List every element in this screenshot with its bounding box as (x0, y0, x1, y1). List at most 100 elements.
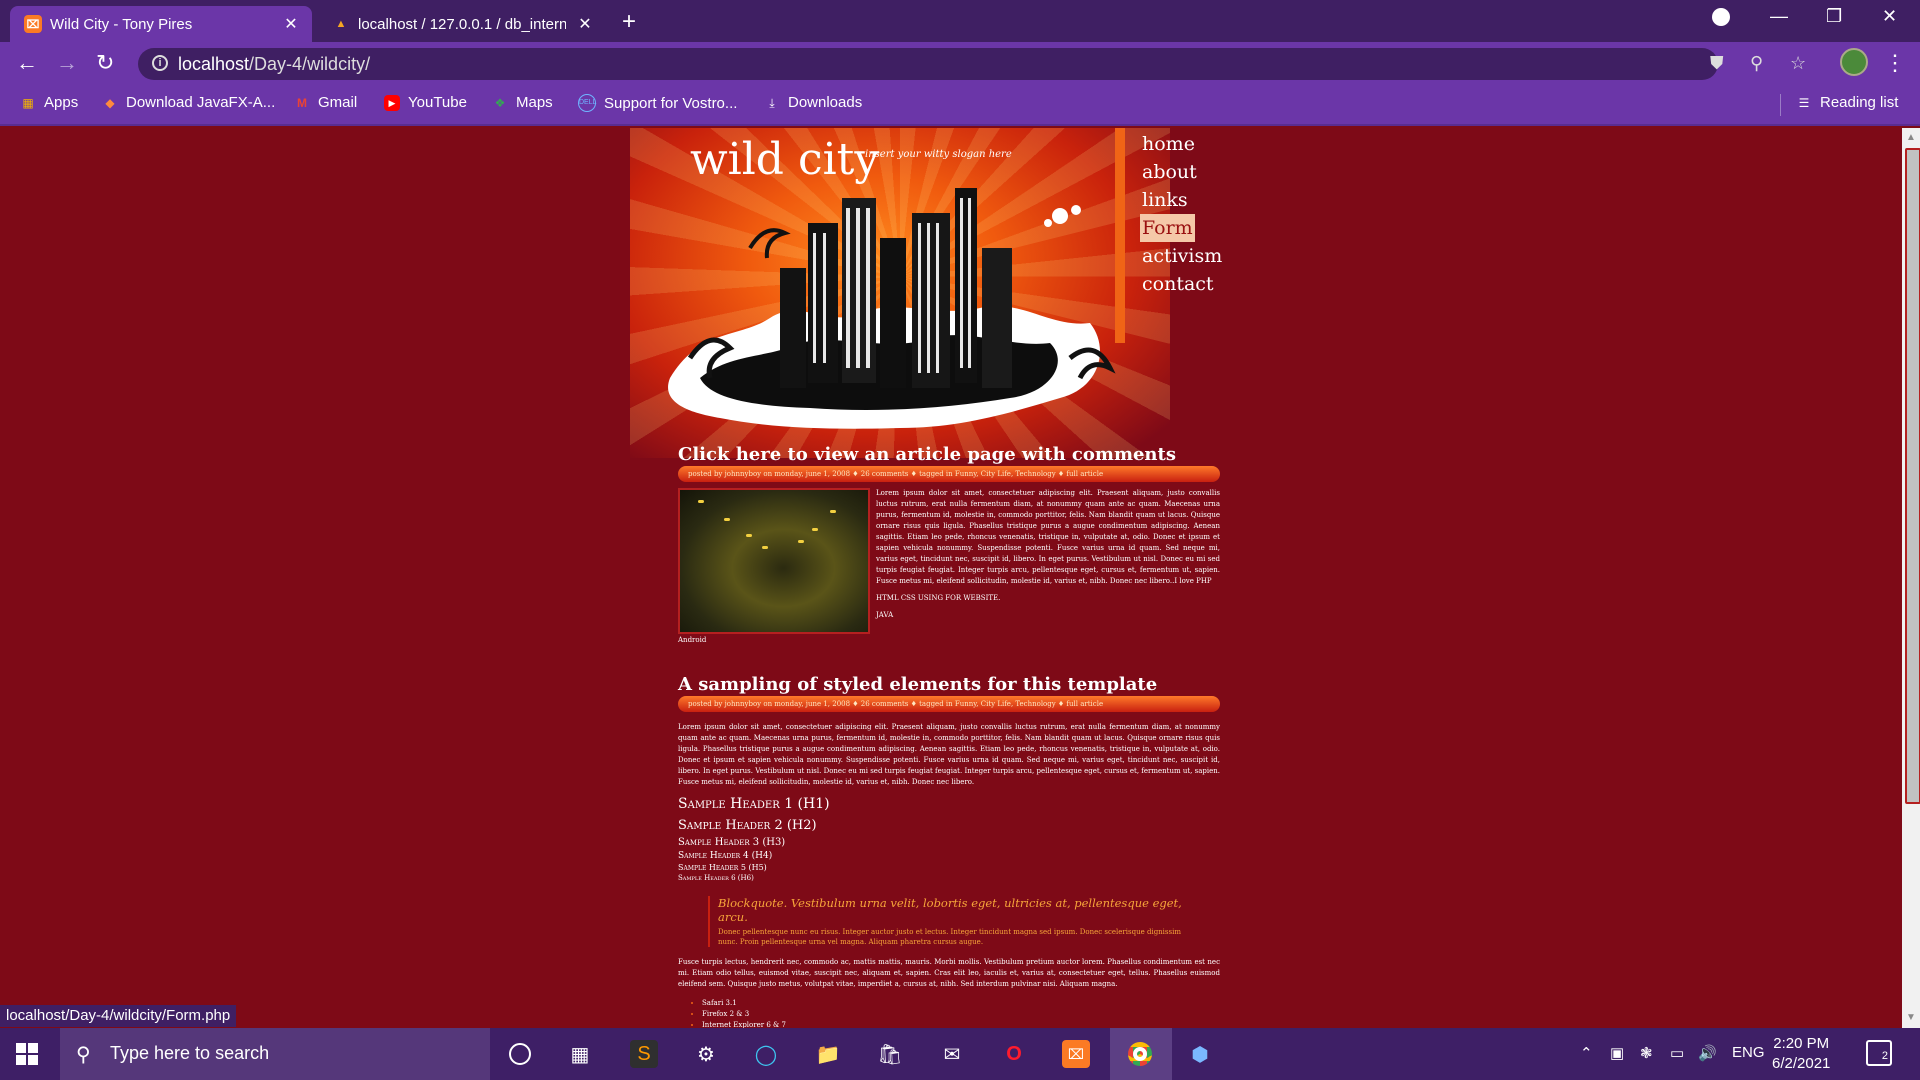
xampp-taskbar-icon[interactable]: ⌧ (1062, 1040, 1090, 1068)
nav-link-about[interactable]: about (1140, 158, 1224, 186)
taskbar-search[interactable]: ⚲ Type here to search (60, 1028, 490, 1080)
close-window-icon[interactable]: ✕ (1882, 6, 1897, 27)
reading-list-button[interactable]: ☰ Reading list (1796, 94, 1899, 111)
opera-icon[interactable]: O (1000, 1040, 1028, 1068)
bookmark-apps[interactable]: ▦ Apps (20, 94, 78, 111)
tab-title: Wild City - Tony Pires (50, 15, 193, 33)
reload-icon[interactable]: ↻ (96, 50, 114, 76)
list-item: Internet Explorer 6 & 7 (702, 1020, 1220, 1028)
scrollbar-thumb[interactable] (1905, 148, 1920, 804)
edge-icon[interactable]: ◯ (752, 1040, 780, 1068)
sample-header-4: Sample Header 4 (H4) (678, 851, 773, 861)
profile-avatar[interactable] (1840, 48, 1868, 76)
tunnel-light (724, 518, 730, 521)
phpmyadmin-icon: ▲ (335, 18, 347, 30)
browser-toolbar: ← → ↻ i localhost/Day-4/wildcity/ ⛊ ⚲ ☆ … (0, 42, 1920, 86)
wifi-icon[interactable]: ❃ (1640, 1044, 1653, 1062)
url-text[interactable]: localhost/Day-4/wildcity/ (178, 54, 370, 75)
nav-link-contact[interactable]: contact (1140, 270, 1224, 298)
bookmark-star-icon[interactable]: ☆ (1790, 53, 1806, 74)
microsoft-store-icon[interactable]: 🛍 (876, 1040, 904, 1068)
bookmarks-divider (1780, 94, 1781, 116)
nav-link-home[interactable]: home (1140, 130, 1224, 158)
post-title-link[interactable]: A sampling of styled elements for this t… (678, 674, 1220, 696)
post-meta-bar: posted by johnnyboy on monday, june 1, 2… (678, 696, 1220, 712)
bookmark-downloads[interactable]: ⤓ Downloads (764, 94, 862, 111)
sample-header-3: Sample Header 3 (H3) (678, 837, 786, 848)
article-text: Lorem ipsum dolor sit amet, consectetuer… (876, 488, 1220, 627)
tunnel-light (698, 500, 704, 503)
scroll-down-icon[interactable]: ▼ (1906, 1012, 1916, 1023)
bookmark-label: Support for Vostro... (604, 94, 738, 112)
minimize-icon[interactable]: — (1770, 6, 1788, 27)
tunnel-light (812, 528, 818, 531)
volume-icon[interactable]: 🔊 (1698, 1044, 1717, 1062)
sample-header-2: Sample Header 2 (H2) (678, 818, 817, 833)
translate-icon[interactable]: ⛊ (1710, 53, 1724, 74)
tab-phpmyadmin[interactable]: ▲ localhost / 127.0.0.1 / db_interns ✕ (318, 6, 606, 42)
site-slogan: insert your witty slogan here (865, 149, 1012, 160)
tunnel-photo (678, 488, 870, 634)
blockquote-body: Donec pellentesque nunc eu risus. Intege… (718, 928, 1181, 946)
notification-center-icon[interactable]: 2 (1866, 1040, 1892, 1066)
close-tab-icon[interactable]: ✕ (574, 14, 596, 34)
menu-icon[interactable]: ⋮ (1884, 50, 1906, 76)
bookmark-javafx[interactable]: ◆ Download JavaFX-A... (102, 94, 275, 111)
system-clock[interactable]: 2:20 PM 6/2/2021 (1772, 1034, 1830, 1074)
article-row: Lorem ipsum dolor sit amet, consectetuer… (678, 488, 1220, 634)
sublime-text-icon[interactable]: S (630, 1040, 658, 1068)
bookmark-dell-support[interactable]: DELL Support for Vostro... (578, 94, 737, 112)
nav-link-activism[interactable]: activism (1140, 242, 1224, 270)
article-line-html: HTML CSS USING FOR WEBSITE. (876, 594, 1001, 602)
reading-list-label: Reading list (1820, 94, 1899, 111)
post-paragraph: Fusce turpis lectus, hendrerit nec, comm… (678, 958, 1220, 988)
tab-search-icon[interactable] (1712, 8, 1730, 26)
show-hidden-icons-icon[interactable]: ⌃ (1580, 1044, 1593, 1062)
notification-count: 2 (1881, 1050, 1888, 1062)
tunnel-light (798, 540, 804, 543)
post-title-link[interactable]: Click here to view an article page with … (678, 444, 1220, 466)
nav-accent-bar (1115, 128, 1125, 343)
link-status-bubble: localhost/Day-4/wildcity/Form.php (0, 1005, 237, 1027)
back-icon[interactable]: ← (16, 50, 38, 76)
scroll-up-icon[interactable]: ▲ (1906, 132, 1916, 143)
site-info-icon[interactable]: i (152, 55, 168, 71)
page-scrollbar[interactable]: ▲ ▼ (1902, 128, 1920, 1028)
forward-icon[interactable]: → (56, 50, 78, 76)
sample-header-1: Sample Header 1 (H1) (678, 796, 830, 812)
language-indicator[interactable]: ENG (1732, 1044, 1765, 1061)
site-title[interactable]: wild city (690, 134, 879, 185)
file-explorer-icon[interactable]: 📁 (814, 1040, 842, 1068)
battery-icon[interactable]: ▭ (1670, 1044, 1684, 1062)
download-icon: ⤓ (769, 95, 775, 110)
virtualbox-icon[interactable]: ⬢ (1186, 1040, 1214, 1068)
task-view-icon[interactable]: ▦ (566, 1040, 594, 1068)
tunnel-light (746, 534, 752, 537)
list-item: Firefox 2 & 3 (702, 1009, 1220, 1020)
zoom-icon[interactable]: ⚲ (1750, 53, 1763, 74)
site-nav: home about links Form activism contact (1140, 130, 1224, 298)
post-paragraph: Lorem ipsum dolor sit amet, consectetuer… (678, 723, 1220, 786)
mail-icon[interactable]: ✉ (938, 1040, 966, 1068)
bookmark-maps[interactable]: ❖ Maps (492, 94, 553, 111)
post-meta-bar: posted by johnnyboy on monday, june 1, 2… (678, 466, 1220, 482)
close-tab-icon[interactable]: ✕ (280, 14, 302, 34)
chrome-icon[interactable] (1126, 1040, 1154, 1068)
cortana-icon[interactable] (506, 1040, 534, 1068)
bookmark-gmail[interactable]: M Gmail (294, 94, 357, 111)
bookmark-youtube[interactable]: ▶ YouTube (384, 94, 467, 111)
windows-start-icon[interactable] (16, 1043, 38, 1065)
restore-icon[interactable]: ❐ (1826, 6, 1842, 27)
nav-link-form[interactable]: Form (1140, 214, 1195, 242)
page-viewport: wild city insert your witty slogan here … (0, 128, 1902, 1028)
tab-strip: ⌧ Wild City - Tony Pires ✕ ▲ localhost /… (0, 0, 1920, 42)
nav-link-links[interactable]: links (1140, 186, 1224, 214)
windows-taskbar: ⚲ Type here to search ▦ S ⚙ ◯ 📁 🛍 ✉ O ⌧ … (0, 1028, 1920, 1080)
settings-gear-icon[interactable]: ⚙ (692, 1040, 720, 1068)
tab-wild-city[interactable]: ⌧ Wild City - Tony Pires ✕ (10, 6, 312, 42)
new-tab-icon[interactable]: + (622, 8, 636, 36)
search-icon: ⚲ (76, 1044, 91, 1066)
address-bar[interactable]: i localhost/Day-4/wildcity/ ⛊ ⚲ ☆ (138, 48, 1806, 80)
meet-now-icon[interactable]: ▣ (1610, 1044, 1624, 1062)
bookmark-label: Gmail (318, 94, 358, 111)
